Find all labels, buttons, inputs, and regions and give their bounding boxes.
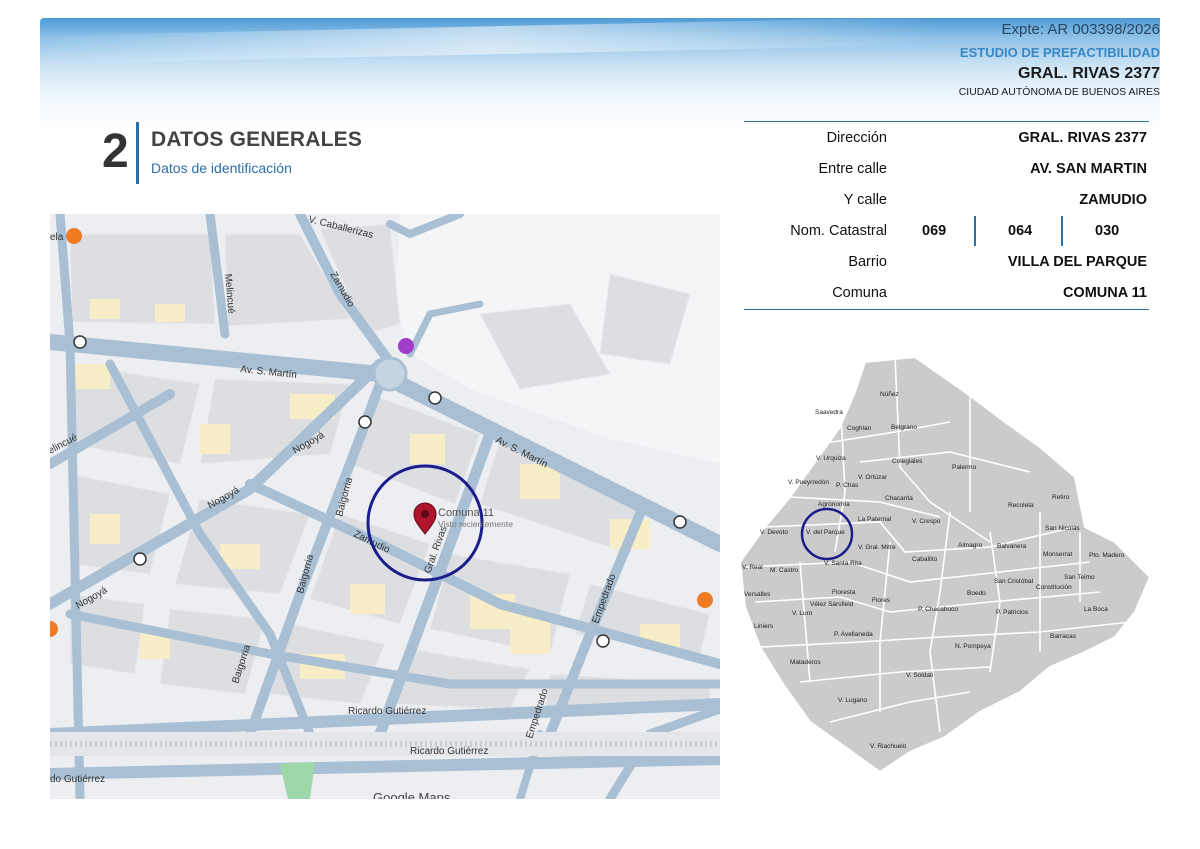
street-label: Ricardo Gutiérrez [410,746,488,757]
y-calle-label: Y calle [843,192,887,208]
direccion-label: Dirección [826,130,887,146]
barrio-label: V. Lugano [838,697,867,704]
barrio-label: V. Santa Rita [824,560,862,567]
street-label: ela [50,232,64,243]
barrio-label: V. Crespo [912,518,941,525]
comuna-label: Comuna [832,285,887,301]
restaurant-poi-icon[interactable] [66,228,82,244]
barrio-label: Coghlan [847,425,872,432]
barrio-label: Vélez Sársfield [810,601,854,608]
catastral-divider [974,216,976,246]
barrio-label: V. Gral. Mitre [858,544,896,551]
restaurant-poi-icon[interactable] [697,592,713,608]
barrio-label: V. Devoto [760,529,788,536]
barrio-label: La Paternal [858,516,892,523]
header-address: GRAL. RIVAS 2377 [1018,65,1160,82]
barrio-label: San Cristóbal [994,578,1034,585]
barrio-label: Belgrano [891,424,917,431]
barrio-label: V. del Parque [806,529,845,536]
street-label: Ricardo Gutiérrez [348,706,426,717]
street-label: do Gutiérrez [50,774,105,785]
catastral-label: Nom. Catastral [790,223,887,239]
row-catastral: Nom. Catastral 069 064 030 [744,215,1149,246]
section-title: DATOS GENERALES [151,128,363,151]
comuna-value: COMUNA 11 [1062,285,1147,301]
barrio-label: P. Chacabuco [918,606,958,613]
direccion-value: GRAL. RIVAS 2377 [1018,130,1147,146]
row-y-calle: Y calle ZAMUDIO [744,184,1149,215]
barrio-label: Agronomía [818,501,850,508]
barrio-label: Balvanera [997,543,1027,550]
barrio-label: Almagro [958,542,983,549]
barrio-label: Versalles [744,591,771,598]
barrio-value: VILLA DEL PARQUE [1007,254,1147,270]
barrio-label: Constitución [1036,584,1072,591]
barrio-label: Colegiales [892,458,923,465]
barrio-label: Floresta [832,589,856,596]
header-city: CIUDAD AUTÓNOMA DE BUENOS AIRES [958,86,1160,98]
map-brand-label: Google Maps [373,790,451,799]
barrio-label: M. Castro [770,567,799,574]
row-comuna: Comuna COMUNA 11 [744,277,1149,308]
street-map[interactable]: V. Caballerizas Melincué elincué Zamudio… [50,214,720,799]
barrio-label: Mataderos [790,659,821,666]
catastral-seccion: 069 [922,223,947,239]
barrio-label: Pto. Madero [1089,552,1125,559]
barrio-label: V. Real [742,564,763,571]
entre-calle-label: Entre calle [818,161,887,177]
section-divider [136,122,139,184]
barrio-label: Recoleta [1008,502,1034,509]
catastral-divider [1061,216,1063,246]
barrio-label: Palermo [952,464,977,471]
barrio-label: Barracas [1050,633,1077,640]
section-subtitle: Datos de identificación [151,160,292,176]
row-entre-calle: Entre calle AV. SAN MARTIN [744,153,1149,184]
barrio-label: N. Pompeya [955,643,991,650]
barrio-label: P. Chas [836,482,859,489]
barrio-label: V. Urquiza [816,455,846,462]
barrio-label: P. Avellaneda [834,631,873,638]
location-pin-dot [421,510,429,518]
marker-subtitle: Visto recientemente [438,519,513,529]
row-barrio: Barrio VILLA DEL PARQUE [744,246,1149,277]
header-banner [40,18,1160,128]
barrio-label: V. Luro [792,610,813,617]
barrio-label: Boedo [967,590,986,597]
barrio-label: San Nicolás [1045,525,1080,532]
barrio-label: Barrio [848,254,887,270]
barrio-label: V. Riachuelo [870,743,907,750]
barrio-label: Liniers [754,623,774,630]
barrio-label: Monserrat [1043,551,1072,558]
city-context-map: Núñez Saavedra Coghlan Belgrano V. Urqui… [738,352,1155,777]
shopping-poi-icon[interactable] [398,338,414,354]
barrio-label: Núñez [880,391,899,398]
barrio-label: P. Patricios [996,609,1029,616]
barrio-label: V. Pueyrredón [788,479,829,486]
barrio-label: La Boca [1084,606,1108,613]
barrio-label: Saavedra [815,409,843,416]
y-calle-value: ZAMUDIO [1079,192,1147,208]
barrio-label: Retiro [1052,494,1070,501]
row-direccion: Dirección GRAL. RIVAS 2377 [744,122,1149,153]
barrio-label: Caballito [912,556,938,563]
general-data-table: Dirección GRAL. RIVAS 2377 Entre calle A… [744,121,1149,310]
entre-calle-value: AV. SAN MARTIN [1030,161,1147,177]
roundabout [372,356,408,392]
barrio-label: Chacarita [885,495,913,502]
catastral-parcela: 030 [1095,223,1120,239]
section-number: 2 [102,125,129,178]
barrio-label: V. Ortúzar [858,474,888,481]
study-title: ESTUDIO DE PREFACTIBILIDAD [959,45,1160,60]
barrio-label: V. Soldati [906,672,933,679]
marker-title: Comuna 11 [438,507,494,519]
barrio-label: Flores [872,597,891,604]
barrio-label: San Telmo [1064,574,1095,581]
expediente-number: Expte: AR 003398/2026 [1001,21,1160,38]
catastral-manzana: 064 [1008,223,1033,239]
